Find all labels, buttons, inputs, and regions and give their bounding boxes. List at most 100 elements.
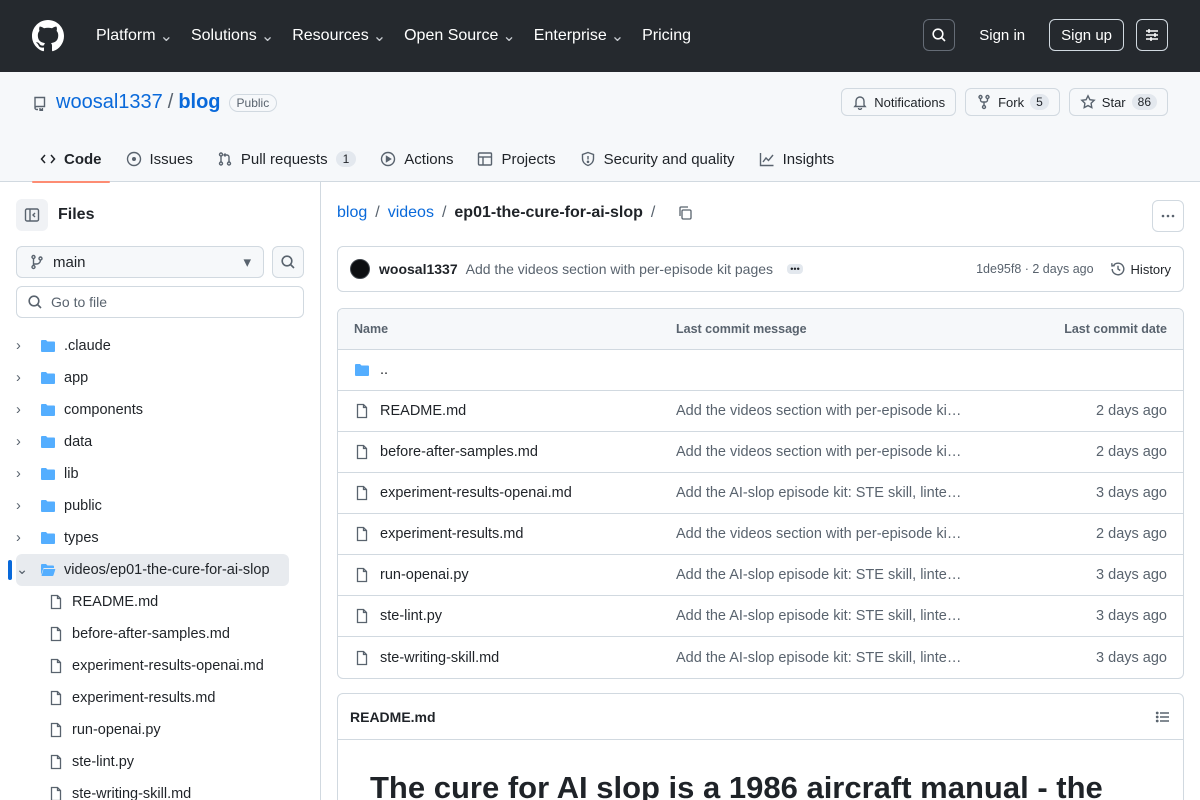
commit-message-link[interactable]: Add the AI-slop episode kit: STE skill, … — [676, 650, 983, 666]
repo-icon — [34, 96, 46, 111]
tree-file[interactable]: experiment-results-openai.md — [0, 650, 320, 682]
fork-count: 5 — [1030, 94, 1049, 110]
file-icon — [356, 608, 368, 624]
repo-owner-link[interactable]: woosal1337 — [56, 91, 163, 114]
file-name-link[interactable]: run-openai.py — [380, 567, 469, 583]
folder-icon — [41, 532, 55, 544]
branch-select[interactable]: main ▾ — [16, 246, 264, 278]
fork-button[interactable]: Fork 5 — [965, 88, 1060, 116]
ellipsis-icon[interactable]: ••• — [787, 264, 804, 274]
tab-actions[interactable]: Actions — [372, 136, 461, 182]
tree-folder-open[interactable]: ⌄ videos/ep01-the-cure-for-ai-slop — [0, 554, 320, 586]
commit-date: 3 days ago — [1096, 608, 1167, 624]
latest-commit-bar: woosal1337 Add the videos section with p… — [337, 246, 1184, 292]
commit-message-link[interactable]: Add the videos section with per-episode … — [676, 403, 983, 419]
commit-meta[interactable]: 1de95f8 · 2 days ago — [976, 262, 1093, 276]
selected-indicator — [8, 560, 12, 580]
search-button[interactable] — [923, 19, 956, 51]
file-name-link[interactable]: ste-writing-skill.md — [380, 650, 499, 666]
tree-file[interactable]: experiment-results.md — [0, 682, 320, 714]
tree-folder[interactable]: › types — [0, 522, 320, 554]
parent-directory-row[interactable]: .. — [338, 350, 1183, 391]
chevron-down-icon: ⌄ — [610, 28, 625, 45]
folder-icon — [41, 340, 55, 352]
commit-message[interactable]: Add the videos section with per-episode … — [466, 261, 773, 277]
tree-folder[interactable]: › .claude — [0, 330, 320, 362]
commit-date: 3 days ago — [1096, 485, 1167, 501]
star-icon — [1080, 94, 1096, 109]
repo-header: woosal1337 / blog Public Notifications F… — [0, 72, 1200, 183]
tab-security[interactable]: Security and quality — [572, 136, 743, 182]
sidebar-title: Files — [58, 206, 95, 223]
sign-up-button[interactable]: Sign up — [1049, 19, 1124, 51]
tree-folder[interactable]: › lib — [0, 458, 320, 490]
go-to-file-input[interactable]: Go to file — [16, 286, 304, 318]
collapse-sidebar-button[interactable] — [16, 199, 48, 231]
tab-issues[interactable]: Issues — [118, 136, 201, 182]
tab-pull-requests[interactable]: Pull requests 1 — [209, 136, 364, 182]
file-name-link[interactable]: ste-lint.py — [380, 608, 442, 624]
nav-platform[interactable]: Platform ⌄ — [88, 20, 181, 52]
table-row[interactable]: experiment-results.md Add the videos sec… — [338, 514, 1183, 555]
table-row[interactable]: README.md Add the videos section with pe… — [338, 391, 1183, 432]
play-icon — [381, 151, 396, 167]
commit-date: 2 days ago — [1096, 403, 1167, 419]
nav-enterprise[interactable]: Enterprise ⌄ — [526, 20, 632, 52]
star-count: 86 — [1131, 94, 1157, 110]
nav-resources[interactable]: Resources ⌄ — [284, 20, 394, 52]
github-logo-icon[interactable] — [32, 20, 64, 52]
readme-filename[interactable]: README.md — [350, 709, 436, 725]
tree-folder[interactable]: › app — [0, 362, 320, 394]
nav-pricing[interactable]: Pricing — [634, 21, 699, 51]
table-row[interactable]: experiment-results-openai.md Add the AI-… — [338, 473, 1183, 514]
outline-list-icon[interactable] — [1155, 709, 1171, 725]
breadcrumb-root-link[interactable]: blog — [337, 204, 367, 222]
tree-folder[interactable]: › public — [0, 490, 320, 522]
commit-message-link[interactable]: Add the AI-slop episode kit: STE skill, … — [676, 608, 983, 624]
caret-down-icon: ▾ — [243, 254, 251, 271]
tree-file[interactable]: before-after-samples.md — [0, 618, 320, 650]
tab-code[interactable]: Code — [32, 136, 110, 183]
file-name-link[interactable]: before-after-samples.md — [380, 444, 538, 460]
commit-message-link[interactable]: Add the AI-slop episode kit: STE skill, … — [676, 567, 983, 583]
tree-folder[interactable]: › data — [0, 426, 320, 458]
tab-insights[interactable]: Insights — [751, 136, 843, 182]
breadcrumb-current: ep01-the-cure-for-ai-slop — [454, 204, 643, 221]
file-name-link[interactable]: experiment-results-openai.md — [380, 485, 572, 501]
file-name-link[interactable]: README.md — [380, 403, 466, 419]
table-row[interactable]: before-after-samples.md Add the videos s… — [338, 432, 1183, 473]
table-row[interactable]: ste-writing-skill.md Add the AI-slop epi… — [338, 637, 1183, 678]
tree-folder[interactable]: › components — [0, 394, 320, 426]
file-icon — [356, 403, 368, 419]
nav-solutions[interactable]: Solutions ⌄ — [183, 20, 282, 52]
sign-in-link[interactable]: Sign in — [971, 27, 1033, 44]
star-button[interactable]: Star 86 — [1068, 88, 1168, 116]
tree-file[interactable]: README.md — [0, 586, 320, 618]
commit-author[interactable]: woosal1337 — [379, 261, 458, 277]
nav-open-source[interactable]: Open Source ⌄ — [396, 20, 524, 52]
commit-message-link[interactable]: Add the videos section with per-episode … — [676, 526, 983, 542]
file-name-link[interactable]: experiment-results.md — [380, 526, 523, 542]
tree-file[interactable]: run-openai.py — [0, 714, 320, 746]
commit-date: 3 days ago — [1096, 567, 1167, 583]
avatar[interactable] — [350, 259, 370, 279]
history-link[interactable]: History — [1110, 261, 1171, 277]
copy-path-icon[interactable] — [677, 205, 693, 221]
chevron-right-icon: › — [16, 338, 21, 354]
settings-menu-button[interactable] — [1136, 19, 1168, 51]
commit-date: 2 days ago — [1096, 526, 1167, 542]
file-icon — [50, 626, 62, 642]
tree-file[interactable]: ste-lint.py — [0, 746, 320, 778]
breadcrumb-folder-link[interactable]: videos — [388, 204, 434, 222]
notifications-button[interactable]: Notifications — [841, 88, 957, 116]
table-row[interactable]: run-openai.py Add the AI-slop episode ki… — [338, 555, 1183, 596]
tree-file[interactable]: ste-writing-skill.md — [0, 778, 320, 800]
more-options-button[interactable] — [1152, 200, 1184, 232]
table-row[interactable]: ste-lint.py Add the AI-slop episode kit:… — [338, 596, 1183, 637]
commit-date: 3 days ago — [1096, 649, 1167, 666]
commit-message-link[interactable]: Add the AI-slop episode kit: STE skill, … — [676, 485, 983, 501]
repo-name-link[interactable]: blog — [178, 91, 220, 114]
search-files-button[interactable] — [272, 246, 304, 278]
tab-projects[interactable]: Projects — [469, 136, 563, 182]
commit-message-link[interactable]: Add the videos section with per-episode … — [676, 444, 983, 460]
